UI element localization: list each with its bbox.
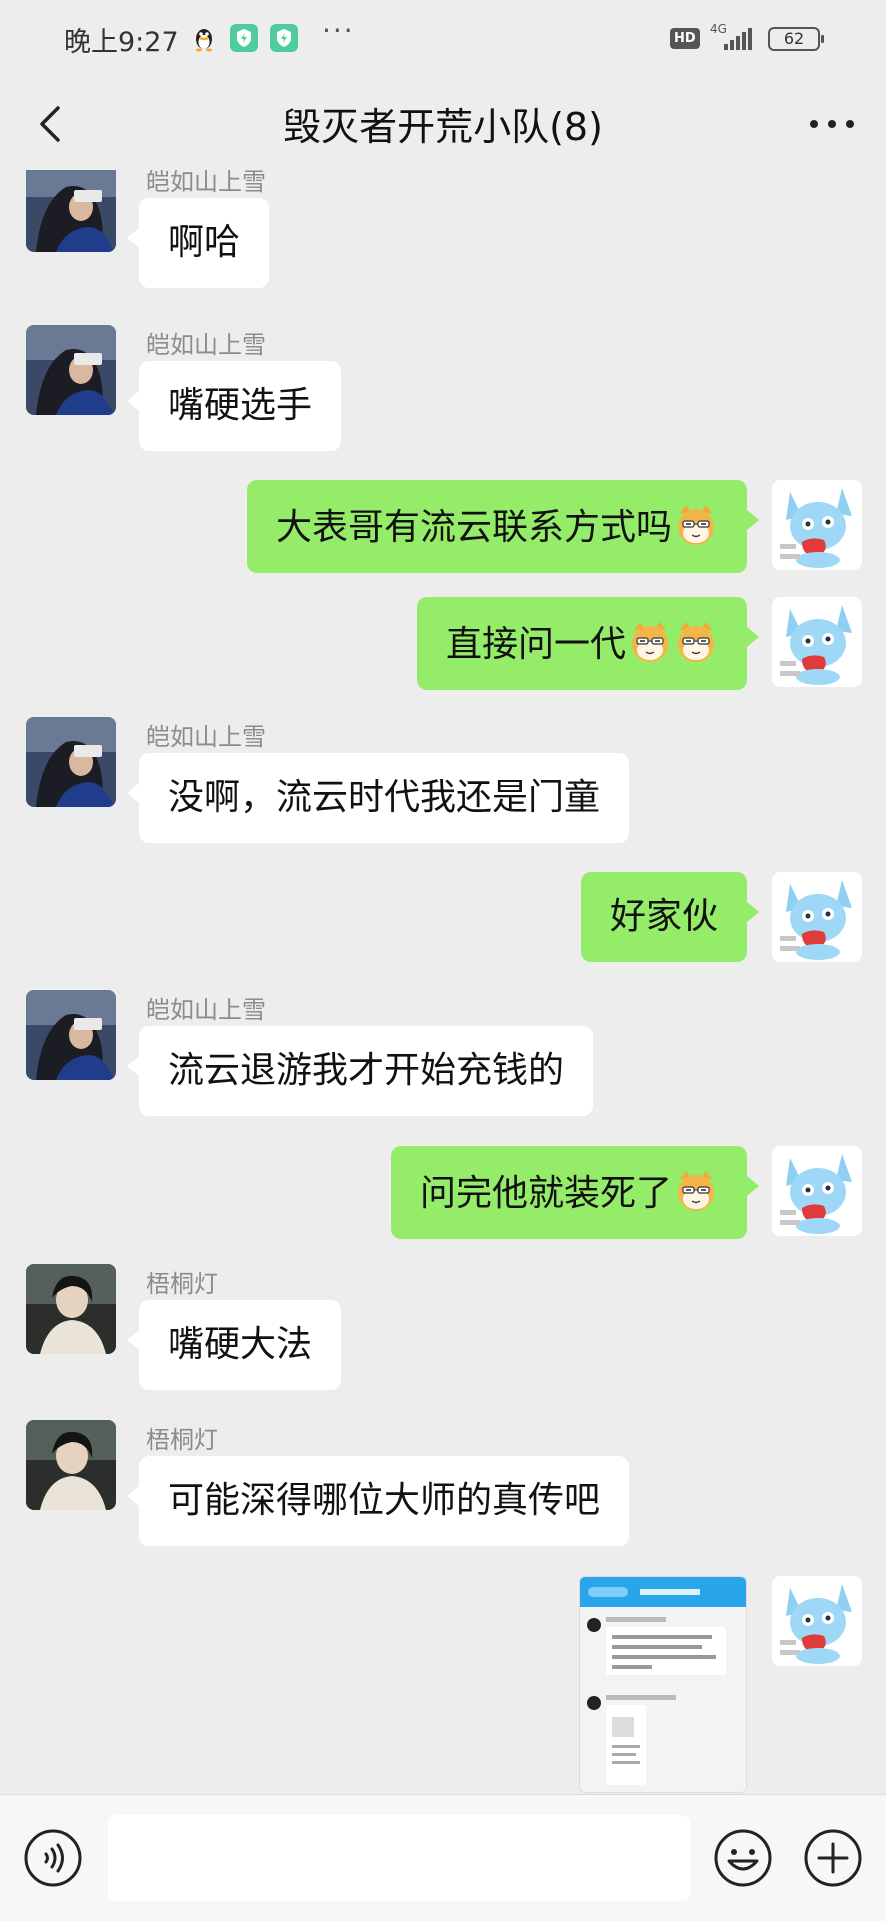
- message-bubble[interactable]: 流云退游我才开始充钱的: [126, 1026, 594, 1116]
- sender-name: 皑如山上雪: [146, 331, 266, 359]
- message-text: 问完他就装死了: [419, 1173, 672, 1214]
- avatar[interactable]: [26, 325, 116, 415]
- status-bar: 晚上9:27 ··· HD 4G 62: [0, 0, 886, 78]
- message-input[interactable]: [108, 1815, 690, 1901]
- avatar[interactable]: [772, 1576, 862, 1666]
- battery-icon: 62: [768, 27, 824, 51]
- avatar[interactable]: [772, 480, 862, 570]
- chat-title: 毁灭者开荒小队(8): [283, 105, 603, 149]
- shiba-face-emoji: [674, 1169, 718, 1213]
- shiba-face-emoji: [674, 620, 718, 664]
- avatar[interactable]: [772, 597, 862, 687]
- input-bar: [0, 1794, 886, 1921]
- message-bubble[interactable]: 啊哈: [126, 198, 270, 288]
- shiba-face-emoji: [628, 620, 672, 664]
- avatar[interactable]: [26, 990, 116, 1080]
- avatar[interactable]: [772, 872, 862, 962]
- qq-penguin-icon: [190, 24, 218, 52]
- status-time: 晚上9:27: [64, 27, 179, 58]
- avatar[interactable]: [26, 1420, 116, 1510]
- voice-icon[interactable]: [22, 1827, 84, 1889]
- image-message[interactable]: [579, 1576, 747, 1793]
- shiba-face-emoji: [674, 503, 718, 547]
- sender-name: 梧桐灯: [146, 1426, 218, 1454]
- avatar[interactable]: [26, 717, 116, 807]
- sender-name: 皑如山上雪: [146, 723, 266, 751]
- message-bubble[interactable]: 好家伙: [580, 872, 760, 962]
- avatar[interactable]: [26, 1264, 116, 1354]
- message-bubble[interactable]: 嘴硬大法: [126, 1300, 342, 1390]
- message-bubble[interactable]: 没啊，流云时代我还是门童: [126, 753, 630, 843]
- chat-message-list[interactable]: 皑如山上雪 啊哈 皑如山上雪 嘴硬选手 大表哥有流云联系方式吗 直接问一代 皑如…: [0, 170, 886, 1794]
- avatar[interactable]: [26, 170, 116, 252]
- security-shield-icon: [270, 24, 298, 52]
- avatar[interactable]: [772, 1146, 862, 1236]
- plus-icon[interactable]: [802, 1827, 864, 1889]
- message-bubble[interactable]: 直接问一代: [416, 597, 760, 690]
- chat-header: 毁灭者开荒小队(8): [0, 78, 886, 170]
- message-bubble[interactable]: 问完他就装死了: [390, 1146, 760, 1239]
- security-shield-icon: [230, 24, 258, 52]
- message-bubble[interactable]: 可能深得哪位大师的真传吧: [126, 1456, 630, 1546]
- sender-name: 皑如山上雪: [146, 996, 266, 1024]
- message-bubble[interactable]: 嘴硬选手: [126, 361, 342, 451]
- sender-name: 皑如山上雪: [146, 170, 266, 196]
- more-dots-icon[interactable]: [806, 104, 858, 144]
- message-text: 直接问一代: [445, 624, 626, 665]
- hd-badge: HD: [670, 28, 700, 49]
- sender-name: 梧桐灯: [146, 1270, 218, 1298]
- message-text: 大表哥有流云联系方式吗: [275, 507, 672, 548]
- more-notifications-icon: ···: [322, 14, 355, 47]
- signal-icon: [722, 26, 754, 52]
- message-bubble[interactable]: 大表哥有流云联系方式吗: [246, 480, 760, 573]
- emoji-icon[interactable]: [712, 1827, 774, 1889]
